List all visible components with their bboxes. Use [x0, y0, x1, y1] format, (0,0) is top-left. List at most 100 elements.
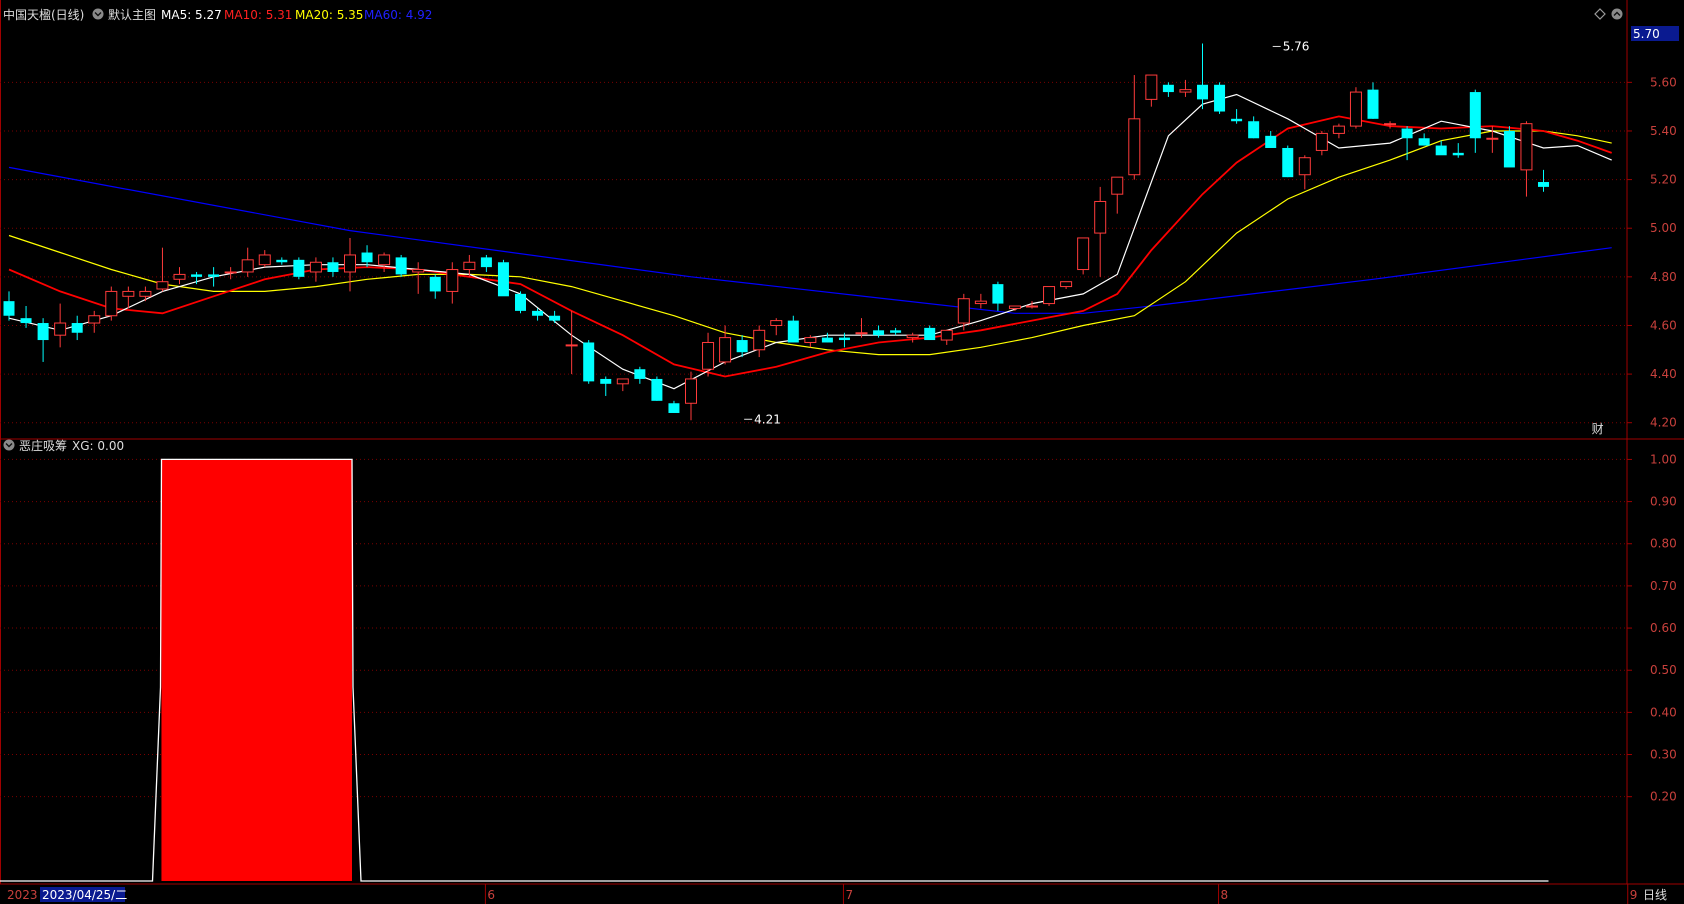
- candle-body: [1128, 118, 1141, 176]
- candle-body: [736, 340, 748, 353]
- candle-body: [1315, 132, 1328, 151]
- candle-body: [1094, 200, 1107, 234]
- current-price-tag: 5.70: [1631, 26, 1679, 41]
- candle-body: [549, 315, 561, 321]
- sub-chart-title[interactable]: 恶庄吸筹: [19, 438, 67, 453]
- candle-body: [1452, 152, 1464, 156]
- candle-body: [1179, 89, 1192, 93]
- candle-body: [122, 290, 135, 297]
- candle-body: [702, 341, 715, 370]
- candle-body: [71, 323, 83, 333]
- candle[interactable]: [515, 291, 526, 314]
- candle-body: [974, 300, 987, 305]
- price-tick-label: 4.40: [1650, 367, 1677, 381]
- extreme-price-label: 5.76: [1283, 39, 1310, 53]
- candle-body: [804, 337, 817, 343]
- candle-body: [651, 378, 663, 401]
- candle-body: [855, 332, 868, 335]
- candle-body: [992, 284, 1004, 304]
- financial-marker[interactable]: 财: [1592, 422, 1604, 436]
- candle[interactable]: [583, 340, 595, 384]
- signal-tick-label: 1.00: [1650, 452, 1677, 466]
- candle-body: [753, 329, 766, 351]
- candle-body: [412, 269, 425, 273]
- candle[interactable]: [651, 376, 663, 401]
- candle-body: [1231, 118, 1243, 122]
- price-tick-label: 5.60: [1650, 75, 1677, 89]
- sub-chart-toggle-icon[interactable]: [3, 439, 15, 451]
- candle-body: [156, 281, 169, 290]
- candle-body: [532, 310, 544, 316]
- stock-name[interactable]: 中国天楹(日线): [3, 7, 84, 22]
- price-tick-label: 4.60: [1650, 318, 1677, 332]
- candle-body: [1111, 176, 1124, 195]
- candle-body: [1435, 145, 1447, 156]
- candle-body: [293, 259, 305, 277]
- candle-body: [924, 327, 936, 341]
- candle-body: [668, 403, 680, 413]
- price-tick-label: 5.40: [1650, 124, 1677, 138]
- collapse-icon[interactable]: [1611, 8, 1623, 20]
- signal-tick-label: 0.70: [1650, 579, 1677, 593]
- candle-body: [685, 378, 697, 404]
- candle-body: [1486, 137, 1499, 140]
- candle-body: [1008, 305, 1021, 309]
- candle[interactable]: [1077, 237, 1090, 275]
- extreme-price-label: 4.21: [754, 412, 781, 426]
- stock-chart[interactable]: 5.60 5.40 5.20 5.00 4.80 4.60 4.40 4.20 5.76 4.2…: [0, 0, 1684, 904]
- candle-body: [224, 271, 237, 274]
- main-chart-toggle-icon[interactable]: [92, 8, 104, 20]
- candle-body: [139, 290, 152, 297]
- candle[interactable]: [1214, 82, 1226, 114]
- candle[interactable]: [105, 286, 118, 321]
- month-label: 9: [1630, 888, 1638, 902]
- candle-body: [54, 322, 67, 336]
- candle-body: [446, 269, 459, 292]
- candle[interactable]: [1349, 87, 1362, 129]
- candle-body: [1282, 147, 1294, 178]
- candle-body: [1384, 123, 1397, 126]
- main-chart-label[interactable]: 默认主图: [108, 7, 156, 22]
- month-label: 7: [845, 888, 853, 902]
- candle-body: [1077, 237, 1090, 271]
- ma5-label: MA5: 5.27: [161, 8, 222, 22]
- candle-body: [173, 273, 186, 280]
- candle-body: [821, 337, 833, 343]
- candle-body: [1469, 92, 1481, 139]
- candle-body: [600, 378, 612, 384]
- candle-body: [1162, 84, 1174, 93]
- price-tick-label: 5.00: [1650, 221, 1677, 235]
- candle[interactable]: [1503, 126, 1515, 168]
- candle-body: [873, 330, 885, 336]
- candle-body: [906, 334, 919, 339]
- candle[interactable]: [293, 257, 305, 280]
- candle-body: [208, 274, 220, 277]
- candle[interactable]: [1043, 286, 1056, 307]
- candle-body: [309, 261, 322, 273]
- candle-body: [105, 290, 118, 317]
- candle-body: [429, 276, 441, 292]
- candle-body: [838, 337, 850, 341]
- candle-body: [241, 259, 254, 273]
- candle-body: [88, 315, 101, 324]
- price-tick-label: 4.20: [1650, 416, 1677, 430]
- candle[interactable]: [395, 254, 407, 277]
- candle-body: [395, 257, 407, 275]
- candle-body: [957, 298, 970, 324]
- candle-body: [463, 261, 476, 271]
- cursor-date: 2023/04/25/二: [42, 888, 127, 902]
- candle[interactable]: [497, 259, 509, 297]
- candle-body: [770, 320, 783, 326]
- candle-body: [1026, 305, 1038, 308]
- candle-body: [634, 369, 646, 379]
- candle[interactable]: [1282, 145, 1294, 178]
- candle-body: [258, 254, 271, 266]
- ma20-label: MA20: 5.35: [295, 8, 363, 22]
- month-label: 6: [487, 888, 495, 902]
- candle-body: [3, 301, 15, 316]
- period-button[interactable]: 日线: [1643, 888, 1667, 902]
- current-price-label: 5.70: [1633, 27, 1660, 41]
- signal-tick-label: 0.90: [1650, 495, 1677, 509]
- candle-body: [1538, 182, 1549, 187]
- price-tick-label: 5.20: [1650, 173, 1677, 187]
